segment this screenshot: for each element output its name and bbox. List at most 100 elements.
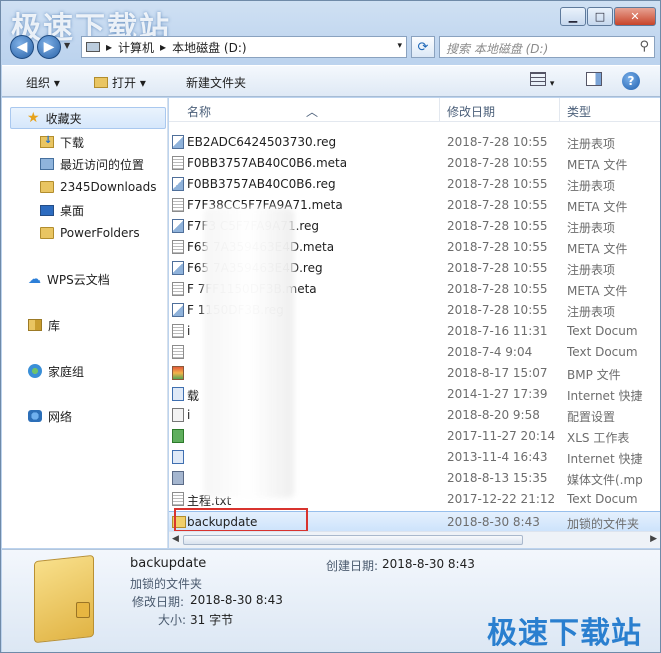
sidebar-item-desktop[interactable]: 桌面 <box>40 199 84 221</box>
maximize-button[interactable]: □ <box>587 7 613 26</box>
sidebar-item-libraries[interactable]: 库 <box>28 314 60 336</box>
sidebar-item-label: 2345Downloads <box>60 180 157 194</box>
txt-file-icon <box>172 324 184 338</box>
command-toolbar: 组织 ▾ 打开 ▾ 新建文件夹 ▾ ? <box>2 65 660 97</box>
file-date: 2017-11-27 20:14 <box>447 429 556 443</box>
file-date: 2018-7-4 9:04 <box>447 345 533 359</box>
minimize-button[interactable]: ▁ <box>560 7 586 26</box>
file-date: 2018-7-16 11:31 <box>447 324 548 338</box>
help-button[interactable]: ? <box>622 72 640 90</box>
column-header-type[interactable]: 类型 <box>567 103 591 120</box>
lnk-file-icon <box>172 450 184 464</box>
title-bar: 极速下载站 ▁ □ ✕ <box>1 1 660 46</box>
refresh-button[interactable]: ⟳ <box>411 36 435 58</box>
sidebar-item-powerfolders[interactable]: PowerFolders <box>40 222 140 244</box>
organize-menu[interactable]: 组织 ▾ <box>26 74 60 91</box>
file-name: F0BB3757AB40C0B6.meta <box>187 156 348 170</box>
details-pane: backupdate 加锁的文件夹 修改日期: 2018-8-30 8:43 大… <box>2 549 660 652</box>
file-row[interactable]: EB2ADC6424503730.reg 2018-7-28 10:55 注册表项 <box>169 132 660 153</box>
sidebar-item-favorites[interactable]: ★ 收藏夹 <box>10 107 166 129</box>
breadcrumb-computer[interactable]: 计算机 <box>118 39 154 56</box>
sidebar-item-label: 桌面 <box>60 203 85 218</box>
details-size-label: 大小: <box>158 613 187 627</box>
details-size-value: 31 字节 <box>190 613 234 627</box>
arrow-left-icon: ◀ <box>16 39 28 55</box>
sidebar-item-label: 收藏夹 <box>45 111 82 126</box>
file-type: 加锁的文件夹 <box>567 517 640 531</box>
sidebar-item-label: PowerFolders <box>60 226 140 240</box>
forward-button[interactable]: ▶ <box>37 35 61 59</box>
file-type: META 文件 <box>567 284 628 298</box>
new-folder-button[interactable]: 新建文件夹 <box>186 74 246 91</box>
recent-pages-dropdown[interactable]: ▼ <box>64 41 70 50</box>
scroll-left-icon[interactable]: ◀ <box>172 534 179 544</box>
folder-icon <box>40 181 54 193</box>
reg-file-icon <box>172 303 184 317</box>
address-dropdown-icon[interactable]: ▾ <box>397 41 402 51</box>
back-button[interactable]: ◀ <box>10 35 34 59</box>
details-created-label: 创建日期: <box>326 559 379 573</box>
window-controls: ▁ □ ✕ <box>559 7 656 26</box>
file-date: 2018-7-28 10:55 <box>447 261 548 275</box>
file-name: F0BB3757AB40C0B6.reg <box>187 177 336 191</box>
sort-ascending-icon: ︿ <box>306 105 319 119</box>
view-dropdown-icon: ▾ <box>549 79 555 89</box>
sidebar-item-wps-cloud[interactable]: ☁ WPS云文档 <box>28 268 110 290</box>
file-type: Internet 快捷 <box>567 389 643 403</box>
lnk-file-icon <box>172 387 184 401</box>
search-input[interactable]: 搜索 本地磁盘 (D:) ⚲ <box>439 36 655 58</box>
file-date: 2018-8-17 15:07 <box>447 366 548 380</box>
sidebar-item-2345downloads[interactable]: 2345Downloads <box>40 176 156 198</box>
sidebar-item-label: 最近访问的位置 <box>60 157 145 172</box>
file-name: 载 <box>187 389 200 403</box>
file-date: 2018-7-28 10:55 <box>447 303 548 317</box>
close-button[interactable]: ✕ <box>614 7 656 26</box>
file-row[interactable]: F0BB3757AB40C0B6.meta 2018-7-28 10:55 META… <box>169 153 660 174</box>
navigation-row: ◀ ▶ ▼ ▸ 计算机 ▸ 本地磁盘 (D:) ▾ ⟳ 搜索 本地磁盘 (D:)… <box>1 33 660 61</box>
preview-pane-button[interactable] <box>586 72 602 89</box>
column-divider[interactable] <box>439 98 440 122</box>
cloud-icon: ☁ <box>28 271 41 287</box>
sidebar-item-downloads[interactable]: 下载 <box>40 131 84 153</box>
file-type: 注册表项 <box>567 179 616 193</box>
lock-icon <box>76 602 90 618</box>
txt-file-icon <box>172 156 184 170</box>
reg-file-icon <box>172 261 184 275</box>
file-row[interactable]: F0BB3757AB40C0B6.reg 2018-7-28 10:55 注册表项 <box>169 174 660 195</box>
file-name: i <box>187 324 191 338</box>
file-date: 2014-1-27 17:39 <box>447 387 548 401</box>
navigation-pane: ★ 收藏夹 下载 最近访问的位置 2345Downloads 桌面 PowerFo… <box>2 98 168 548</box>
column-header-name[interactable]: 名称 <box>187 103 211 120</box>
view-options-button[interactable]: ▾ <box>530 72 554 89</box>
column-divider[interactable] <box>559 98 560 122</box>
horizontal-scrollbar[interactable]: ◀ ▶ <box>169 531 660 548</box>
sidebar-item-network[interactable]: 网络 <box>28 405 72 427</box>
sidebar-item-label: 网络 <box>48 409 73 424</box>
bmp-file-icon <box>172 366 184 380</box>
breadcrumb-drive[interactable]: 本地磁盘 (D:) <box>172 39 246 56</box>
arrow-right-icon: ▶ <box>43 39 55 55</box>
open-menu[interactable]: 打开 ▾ <box>94 74 146 91</box>
column-header-modified[interactable]: 修改日期 <box>447 103 495 120</box>
address-bar[interactable]: ▸ 计算机 ▸ 本地磁盘 (D:) ▾ <box>81 36 407 58</box>
file-date: 2018-8-30 8:43 <box>447 515 540 529</box>
file-type: 配置设置 <box>567 410 616 424</box>
mp-file-icon <box>172 471 184 485</box>
sidebar-item-recent[interactable]: 最近访问的位置 <box>40 153 144 175</box>
details-created-value: 2018-8-30 8:43 <box>382 557 475 571</box>
download-folder-icon <box>40 135 54 148</box>
open-menu-label: 打开 ▾ <box>112 76 146 90</box>
explorer-window: 极速下载站 ▁ □ ✕ ◀ ▶ ▼ ▸ 计算机 ▸ 本地磁盘 (D:) ▾ ⟳ … <box>0 0 661 653</box>
computer-icon <box>86 42 100 52</box>
scroll-right-icon[interactable]: ▶ <box>650 534 657 544</box>
sidebar-item-label: 库 <box>48 318 61 333</box>
search-icon: ⚲ <box>639 39 649 54</box>
sidebar-item-label: 下载 <box>60 135 85 150</box>
locked-folder-large-icon <box>34 554 94 644</box>
sidebar-item-homegroup[interactable]: 家庭组 <box>28 360 84 382</box>
reg-file-icon <box>172 177 184 191</box>
file-type: 媒体文件(.mp <box>567 473 643 487</box>
file-name: EB2ADC6424503730.reg <box>187 135 337 149</box>
file-type: 注册表项 <box>567 221 616 235</box>
scroll-thumb[interactable] <box>183 535 523 545</box>
